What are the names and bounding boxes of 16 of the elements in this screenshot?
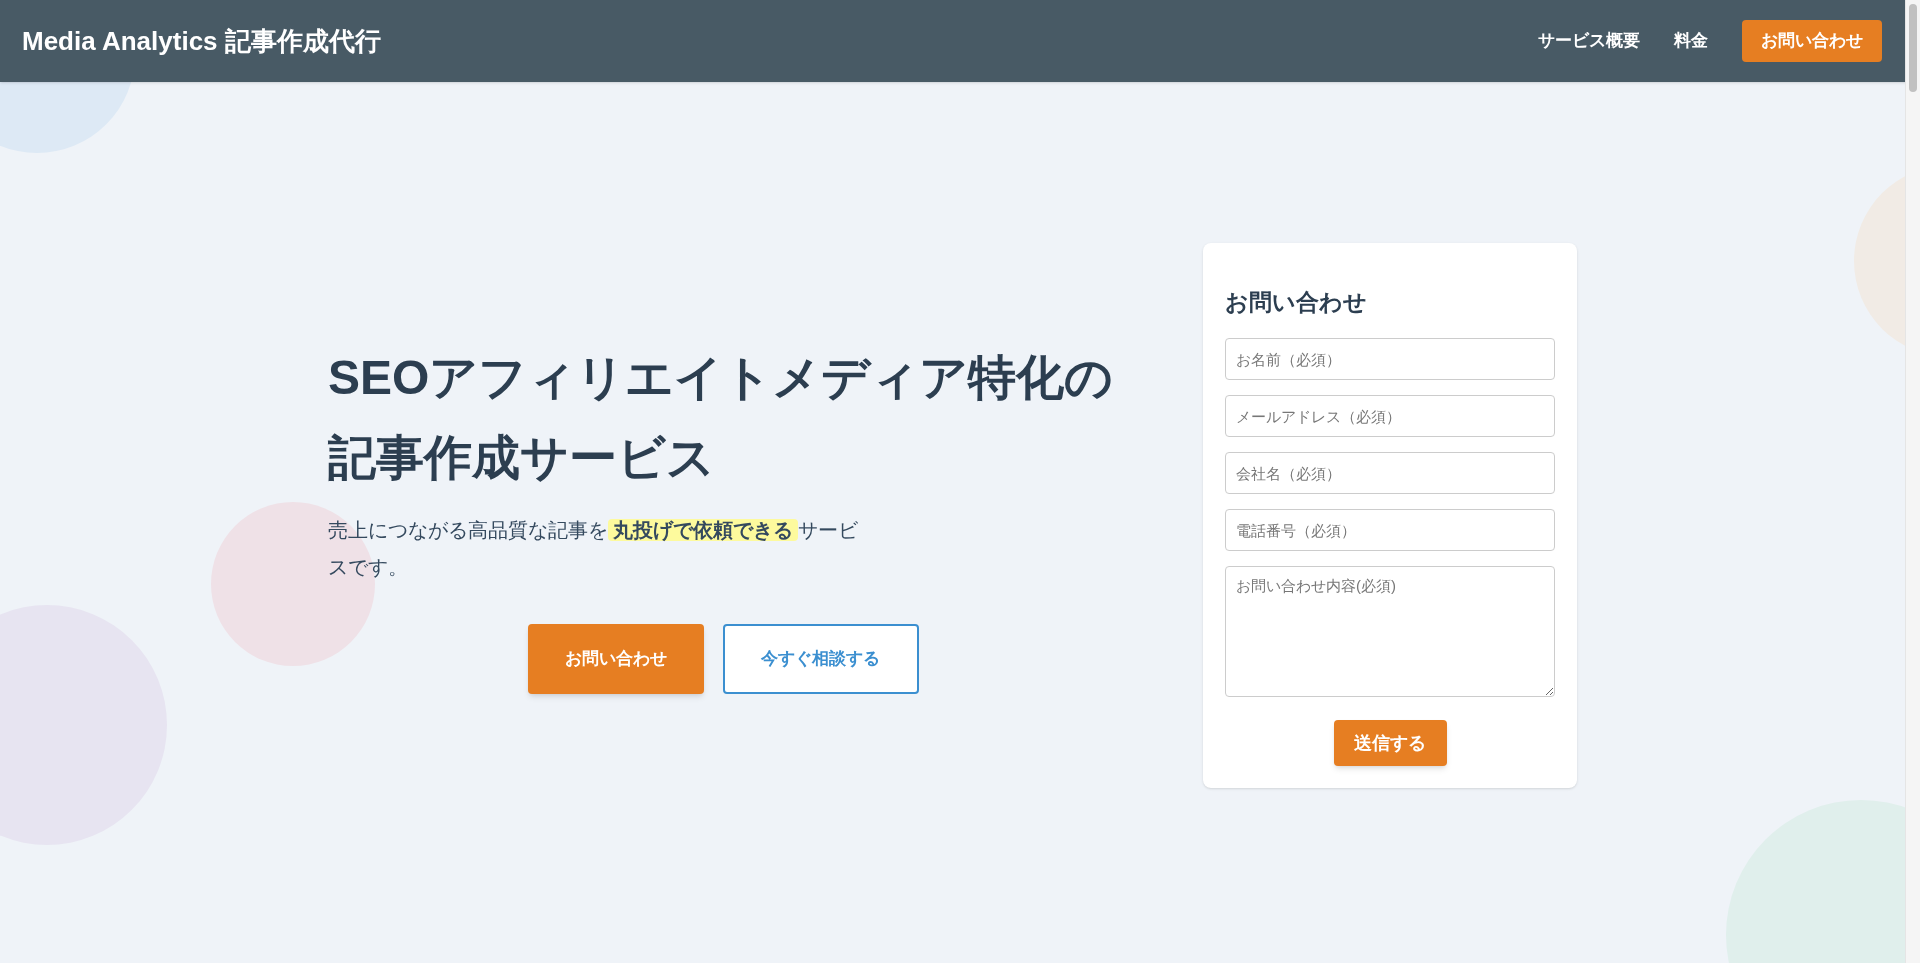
site-title: Media Analytics 記事作成代行 (22, 24, 381, 58)
nav-link[interactable]: 料金 (1674, 28, 1708, 54)
hero-subtitle: 売上につながる高品質な記事を 丸投げで依頼できる サービスです。 (328, 517, 858, 580)
contact-button[interactable]: お問い合わせ (1742, 20, 1882, 62)
contact-button[interactable]: お問い合わせ (527, 623, 704, 694)
nav-link[interactable]: サービス概要 (1538, 28, 1640, 54)
input-field[interactable]: 電話番号（必須） (1225, 509, 1555, 552)
submit-button[interactable]: 送信する (1333, 720, 1447, 767)
hero-heading: SEOアフィリエイトメディア特化の記事作成サービス (328, 349, 1115, 486)
consult-button[interactable]: 今すぐ相談する (722, 623, 919, 694)
input-field[interactable]: メールアドレス（必須） (1225, 395, 1555, 438)
message-field[interactable]: お問い合わせ内容(必須) (1225, 566, 1555, 698)
form-title: お問い合わせ (1225, 287, 1368, 317)
input-field[interactable]: お名前（必須） (1225, 338, 1555, 381)
input-field[interactable]: 会社名（必須） (1225, 452, 1555, 495)
scrollbar[interactable] (1905, 0, 1920, 963)
